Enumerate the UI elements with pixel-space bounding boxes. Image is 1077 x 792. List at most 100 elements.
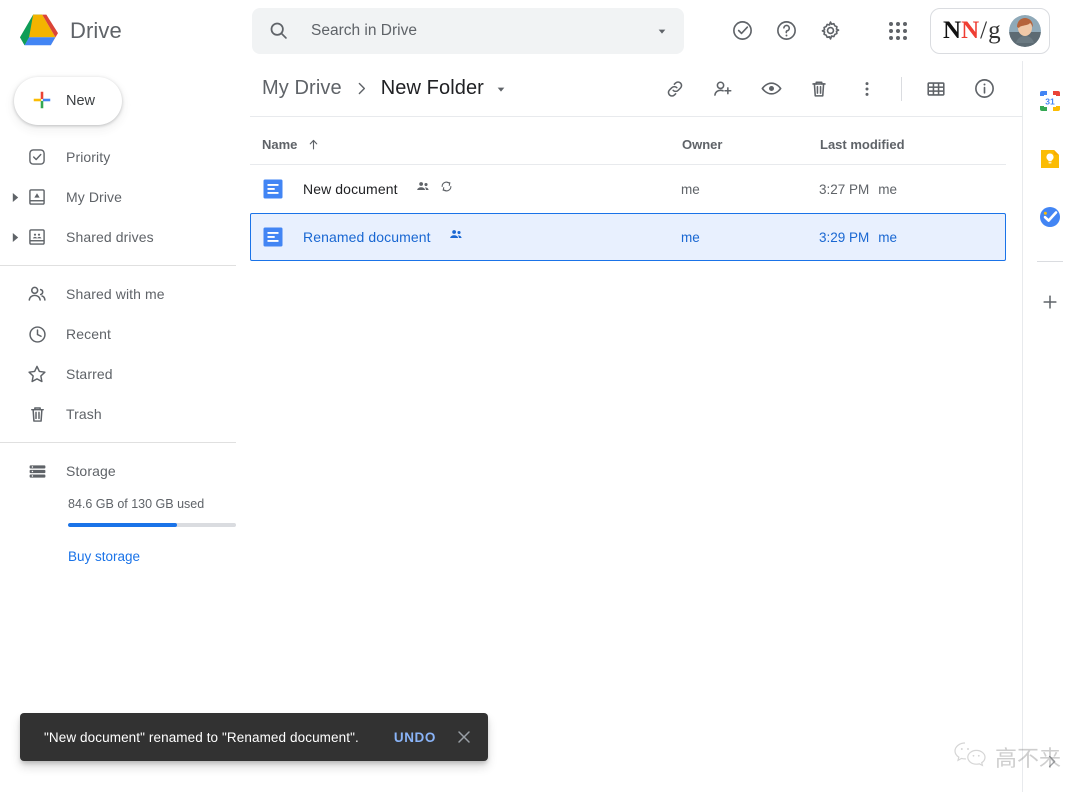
breadcrumb-bar: My Drive New Folder xyxy=(250,61,1022,117)
trash-icon[interactable] xyxy=(797,67,841,111)
sidebar-item-my-drive[interactable]: My Drive xyxy=(0,177,250,217)
preview-eye-icon[interactable] xyxy=(749,67,793,111)
google-drive-logo xyxy=(18,12,60,50)
sidebar-item-label: Shared with me xyxy=(66,286,165,302)
shared-people-icon xyxy=(449,227,464,247)
star-icon xyxy=(26,363,48,385)
nng-logo-n1: N xyxy=(943,17,962,44)
sidebar-item-starred[interactable]: Starred xyxy=(0,354,250,394)
snackbar-message: "New document" renamed to "Renamed docum… xyxy=(44,729,359,745)
left-sidebar: New Priority My Drive Shared drives Shar… xyxy=(0,61,250,792)
details-info-icon[interactable] xyxy=(962,67,1006,111)
column-header-owner[interactable]: Owner xyxy=(682,137,820,152)
storage-used-text: 84.6 GB of 130 GB used xyxy=(68,497,205,511)
sidebar-item-priority[interactable]: Priority xyxy=(0,137,250,177)
sidebar-item-label: Shared drives xyxy=(66,229,154,245)
sidebar-item-label: Recent xyxy=(66,326,111,342)
sidebar-item-label: Trash xyxy=(66,406,102,422)
sidebar-item-label: Starred xyxy=(66,366,113,382)
top-actions: N N / g xyxy=(720,7,1050,54)
nng-logo: N N / g xyxy=(943,18,1001,43)
file-owner: me xyxy=(681,181,700,197)
file-modified: 3:27 PM me xyxy=(819,182,1005,197)
arrow-up-icon[interactable] xyxy=(306,137,321,152)
google-drive-app: Drive Search in Drive N N / g New Priori… xyxy=(0,0,1077,792)
sidebar-item-label: Storage xyxy=(66,463,116,479)
nav-list: Priority My Drive Shared drives Shared w… xyxy=(0,137,250,566)
chevron-down-icon[interactable] xyxy=(493,81,509,97)
buy-storage-link[interactable]: Buy storage xyxy=(68,549,140,564)
google-tasks-icon[interactable] xyxy=(1030,197,1070,237)
table-row[interactable]: New document me 3:27 PM me xyxy=(250,165,1006,213)
chevron-down-icon[interactable] xyxy=(654,23,670,39)
column-header-name[interactable]: Name xyxy=(262,137,682,152)
search-bar[interactable] xyxy=(252,7,684,54)
sidebar-item-storage[interactable]: Storage xyxy=(0,451,250,491)
undo-button[interactable]: UNDO xyxy=(394,730,436,745)
file-name: New document xyxy=(303,181,398,197)
google-docs-icon xyxy=(263,227,283,247)
column-header-modified[interactable]: Last modified xyxy=(820,137,1006,152)
app-title: Drive xyxy=(70,17,122,43)
nng-logo-n2: N xyxy=(961,17,980,44)
avatar[interactable] xyxy=(1008,14,1041,47)
more-vert-icon[interactable] xyxy=(845,67,889,111)
add-person-icon[interactable] xyxy=(701,67,745,111)
top-bar: Drive Search in Drive N N / g xyxy=(0,0,1077,61)
shared-drives-icon xyxy=(26,226,48,248)
sidebar-item-shared-with-me[interactable]: Shared with me xyxy=(0,274,250,314)
my-drive-icon xyxy=(26,186,48,208)
google-calendar-icon[interactable]: 31 xyxy=(1030,81,1070,121)
apps-grid-dots xyxy=(889,21,907,40)
nng-logo-g: g xyxy=(988,17,1001,44)
chevron-right-icon xyxy=(353,80,370,97)
get-link-icon[interactable] xyxy=(653,67,697,111)
main-content: My Drive New Folder Name Owner Last modi… xyxy=(250,61,1022,792)
close-icon[interactable] xyxy=(454,727,474,747)
support-check-icon[interactable] xyxy=(720,9,764,53)
help-icon[interactable] xyxy=(764,9,808,53)
table-row[interactable]: Renamed document me 3:29 PM me xyxy=(250,213,1006,261)
people-icon xyxy=(26,283,48,305)
shared-people-icon xyxy=(416,179,431,199)
sync-icon xyxy=(439,179,454,199)
sidebar-item-recent[interactable]: Recent xyxy=(0,314,250,354)
expand-triangle-icon[interactable] xyxy=(8,190,22,204)
add-ons-plus-icon[interactable] xyxy=(1030,282,1070,322)
plus-icon xyxy=(31,89,53,114)
search-input[interactable] xyxy=(311,21,654,40)
settings-gear-icon[interactable] xyxy=(808,9,852,53)
file-list-header: Name Owner Last modified xyxy=(250,125,1006,165)
file-modified: 3:29 PM me xyxy=(819,230,1005,245)
storage-progress-fill xyxy=(68,523,178,527)
right-side-panel: 31 xyxy=(1022,61,1077,792)
sidebar-item-trash[interactable]: Trash xyxy=(0,394,250,434)
grid-view-icon[interactable] xyxy=(914,67,958,111)
account-chip[interactable]: N N / g xyxy=(930,7,1050,54)
sidebar-item-label: Priority xyxy=(66,149,111,165)
toolbar xyxy=(653,67,1006,111)
file-modified-by: me xyxy=(878,229,898,245)
search-icon xyxy=(268,20,289,41)
google-docs-icon xyxy=(263,179,283,199)
file-badges xyxy=(449,227,464,247)
column-header-name-label: Name xyxy=(262,137,298,152)
breadcrumb-current[interactable]: New Folder xyxy=(381,77,484,100)
trash-icon xyxy=(26,403,48,425)
snackbar: "New document" renamed to "Renamed docum… xyxy=(20,713,488,761)
svg-text:31: 31 xyxy=(1045,97,1055,107)
storage-icon xyxy=(26,460,48,482)
sidebar-item-shared-drives[interactable]: Shared drives xyxy=(0,217,250,257)
google-keep-icon[interactable] xyxy=(1030,139,1070,179)
new-button[interactable]: New xyxy=(14,77,122,125)
brand[interactable]: Drive xyxy=(0,12,250,50)
apps-grid-icon[interactable] xyxy=(876,9,920,53)
expand-triangle-icon[interactable] xyxy=(8,230,22,244)
priority-check-icon xyxy=(26,146,48,168)
nav-divider xyxy=(0,442,236,443)
watermark-chevron-right-icon xyxy=(1044,754,1059,774)
breadcrumb-root[interactable]: My Drive xyxy=(262,77,342,100)
file-modified-by: me xyxy=(878,181,898,197)
new-button-label: New xyxy=(66,93,96,109)
file-name-cell: New document xyxy=(263,179,681,199)
